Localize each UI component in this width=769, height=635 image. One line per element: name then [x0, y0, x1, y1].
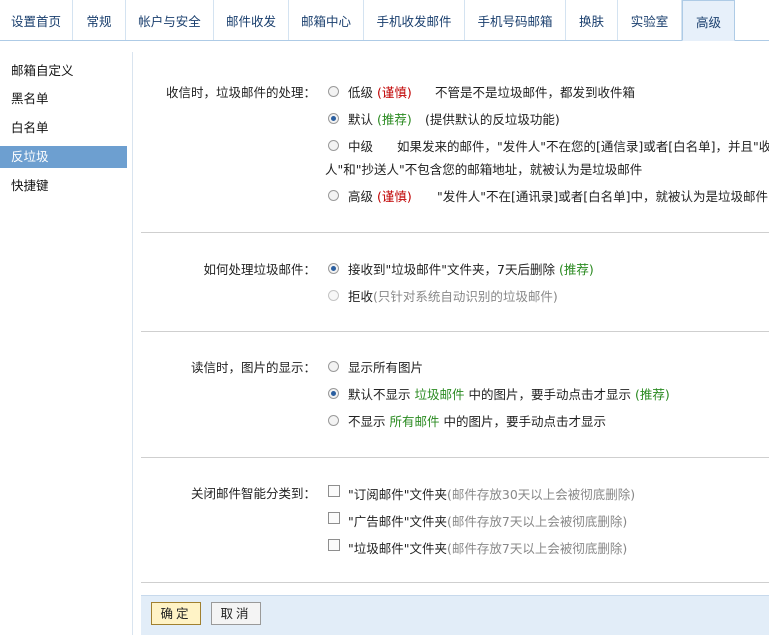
spam-handling-label: 收信时，垃圾邮件的处理： [165, 85, 316, 100]
sidebar-item-anti-spam[interactable]: 反垃圾 [0, 146, 127, 168]
spam-level-medium-option: 中级 [348, 139, 374, 154]
spam-level-high-desc: "发件人"不在[通讯录]或者[白名单]中，就被认为是垃圾邮件 [437, 189, 769, 204]
sidebar-item-shortcuts[interactable]: 快捷键 [0, 175, 127, 197]
tab-mobile-number-mailbox[interactable]: 手机号码邮箱 [465, 0, 566, 40]
ad-folder-checkbox[interactable] [328, 512, 340, 524]
tab-mail-send-receive[interactable]: 邮件收发 [214, 0, 289, 40]
subscription-folder-checkbox[interactable] [328, 485, 340, 497]
image-show-all-radio[interactable] [328, 361, 339, 372]
tab-advanced[interactable]: 高级 [682, 0, 735, 41]
ad-folder-option: "广告邮件"文件夹(邮件存放7天以上会被彻底删除) [348, 514, 628, 529]
tab-mobile-mail[interactable]: 手机收发邮件 [364, 0, 465, 40]
sidebar-item-mailbox-custom[interactable]: 邮箱自定义 [0, 60, 127, 82]
spam-level-default-option: 默认 (推荐) [348, 112, 412, 127]
spam-action-folder-option: 接收到"垃圾邮件"文件夹，7天后删除 (推荐) [348, 262, 594, 277]
spam-level-high-radio[interactable] [328, 190, 339, 201]
spam-level-high-option: 高级 (谨慎) [348, 189, 412, 204]
sidebar-item-whitelist[interactable]: 白名单 [0, 117, 127, 139]
spam-folder-checkbox[interactable] [328, 539, 340, 551]
image-display-label: 读信时，图片的显示： [190, 360, 316, 375]
spam-level-low-desc: 不管是不是垃圾邮件，都发到收件箱 [435, 85, 636, 100]
confirm-button[interactable]: 确定 [151, 602, 201, 625]
spam-action-reject-radio[interactable] [328, 290, 339, 301]
section-divider [141, 232, 769, 233]
anti-spam-settings: 收信时，垃圾邮件的处理： 低级 (谨慎) 不管是不是垃圾邮件，都发到收件箱 默认… [141, 52, 769, 635]
image-hide-all-option: 不显示 所有邮件 中的图片，要手动点击才显示 [348, 414, 606, 429]
spam-level-default-desc: (提供默认的反垃圾功能) [425, 112, 560, 127]
spam-level-medium-desc-line2: 人"和"抄送人"不包含您的邮箱地址，就被认为是垃圾邮件 [325, 162, 643, 177]
spam-level-medium-desc-line1: 如果发来的邮件，"发件人"不在您的[通信录]或者[白名单]，并且"收件 [397, 139, 769, 154]
tab-mailbox-center[interactable]: 邮箱中心 [289, 0, 364, 40]
subscription-folder-option: "订阅邮件"文件夹(邮件存放30天以上会被彻底删除) [348, 487, 636, 502]
section-divider [141, 331, 769, 332]
image-hide-spam-option: 默认不显示 垃圾邮件 中的图片，要手动点击才显示 (推荐) [348, 387, 670, 402]
sidebar-item-blacklist[interactable]: 黑名单 [0, 88, 127, 110]
spam-level-medium-radio[interactable] [328, 140, 339, 151]
tab-settings-home[interactable]: 设置首页 [0, 0, 73, 40]
settings-footer: 确定 取消 [141, 595, 769, 635]
tab-account-security[interactable]: 帐户与安全 [126, 0, 214, 40]
settings-tab-bar: 设置首页 常规 帐户与安全 邮件收发 邮箱中心 手机收发邮件 手机号码邮箱 换肤… [0, 0, 769, 41]
spam-level-default-radio[interactable] [328, 113, 339, 124]
spam-action-folder-radio[interactable] [328, 263, 339, 274]
spam-level-low-option: 低级 (谨慎) [348, 85, 412, 100]
spam-folder-option: "垃圾邮件"文件夹(邮件存放7天以上会被彻底删除) [348, 541, 628, 556]
spam-action-reject-option: 拒收(只针对系统自动识别的垃圾邮件) [348, 289, 558, 304]
section-divider [141, 457, 769, 458]
image-show-all-option: 显示所有图片 [348, 360, 424, 375]
spam-action-label: 如何处理垃圾邮件： [203, 262, 316, 277]
tab-general[interactable]: 常规 [73, 0, 126, 40]
image-hide-spam-radio[interactable] [328, 388, 339, 399]
tab-lab[interactable]: 实验室 [618, 0, 682, 40]
tab-skin[interactable]: 换肤 [566, 0, 618, 40]
section-divider [141, 582, 769, 583]
spam-level-low-radio[interactable] [328, 86, 339, 97]
smart-category-label: 关闭邮件智能分类到： [190, 486, 316, 501]
cancel-button[interactable]: 取消 [211, 602, 261, 625]
sidebar: 邮箱自定义 黑名单 白名单 反垃圾 快捷键 [0, 52, 133, 635]
image-hide-all-radio[interactable] [328, 415, 339, 426]
